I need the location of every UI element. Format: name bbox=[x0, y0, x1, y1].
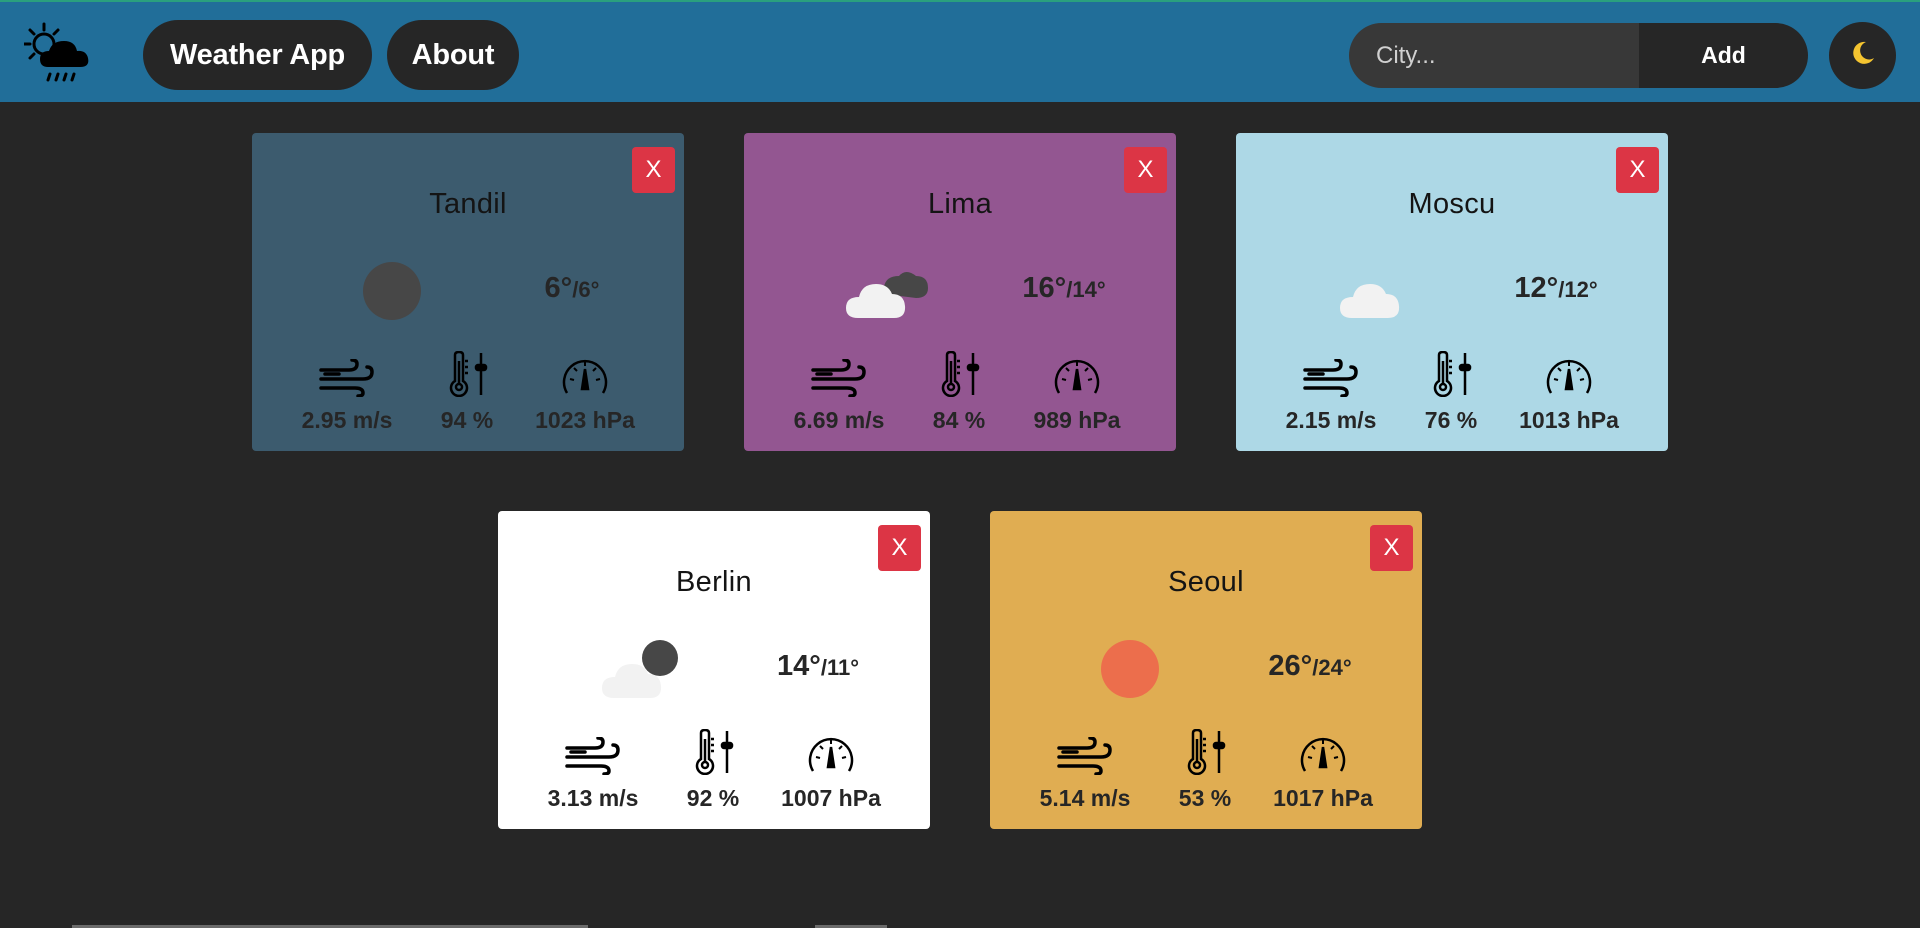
temperature: 14°/11° bbox=[748, 650, 888, 683]
temperature: 12°/12° bbox=[1486, 272, 1626, 305]
add-city-button[interactable]: Add bbox=[1639, 23, 1808, 88]
weather-card: X Tandil 6°/6° 2.95 m/s 94 % 1023 hPa bbox=[252, 133, 684, 451]
pressure: 1023 hPa bbox=[535, 407, 635, 433]
weather-card: X Berlin 14°/11° 3.13 m/s 92 % 1007 hPa bbox=[498, 511, 930, 829]
pressure: 1007 hPa bbox=[781, 785, 881, 811]
temperature: 16°/14° bbox=[994, 272, 1134, 305]
sun-icon bbox=[1090, 634, 1180, 704]
city-search-form: Add bbox=[1349, 23, 1808, 88]
pressure: 1013 hPa bbox=[1519, 407, 1619, 433]
weather-card: X Seoul 26°/24° 5.14 m/s 53 % 1017 hPa bbox=[990, 511, 1422, 829]
top-navbar: Weather App About Add bbox=[0, 0, 1920, 102]
temp-max: 6° bbox=[544, 272, 573, 304]
city-input[interactable] bbox=[1349, 23, 1639, 88]
close-card-button[interactable]: X bbox=[1616, 147, 1659, 193]
temp-min: /24° bbox=[1312, 655, 1352, 680]
pressure-gauge-icon bbox=[510, 349, 660, 397]
close-card-button[interactable]: X bbox=[878, 525, 921, 571]
cloud-icon bbox=[1336, 256, 1426, 326]
nav-about[interactable]: About bbox=[387, 20, 519, 90]
temp-min: /14° bbox=[1066, 277, 1106, 302]
temp-min: /12° bbox=[1558, 277, 1598, 302]
city-name: Tandil bbox=[429, 188, 507, 220]
moon-icon bbox=[352, 256, 442, 326]
close-card-button[interactable]: X bbox=[1370, 525, 1413, 571]
close-card-button[interactable]: X bbox=[1124, 147, 1167, 193]
city-name: Moscu bbox=[1408, 188, 1496, 220]
temp-max: 16° bbox=[1022, 272, 1067, 304]
moon-icon bbox=[1849, 39, 1877, 72]
pressure-gauge-icon bbox=[1248, 727, 1398, 775]
pressure-gauge-icon bbox=[756, 727, 906, 775]
temp-min: /11° bbox=[820, 655, 860, 680]
temp-min: /6° bbox=[572, 277, 600, 302]
temp-max: 14° bbox=[776, 650, 821, 682]
partly-cloudy-night-icon bbox=[598, 634, 688, 704]
nav-weather-app[interactable]: Weather App bbox=[143, 20, 372, 90]
sun-cloud-rain-icon[interactable] bbox=[22, 22, 100, 88]
temperature: 6°/6° bbox=[502, 272, 642, 305]
pressure-gauge-icon bbox=[1494, 349, 1644, 397]
pressure: 989 hPa bbox=[1033, 407, 1121, 433]
cloudy-night-icon bbox=[844, 256, 934, 326]
pressure: 1017 hPa bbox=[1273, 785, 1373, 811]
temp-max: 26° bbox=[1268, 650, 1313, 682]
temperature: 26°/24° bbox=[1240, 650, 1380, 683]
theme-toggle-button[interactable] bbox=[1829, 22, 1896, 89]
weather-card: X Lima 16°/14° 6.69 m/s 84 % 989 hPa bbox=[744, 133, 1176, 451]
city-name: Seoul bbox=[1168, 566, 1244, 598]
temp-max: 12° bbox=[1514, 272, 1559, 304]
city-name: Berlin bbox=[676, 566, 752, 598]
pressure-gauge-icon bbox=[1002, 349, 1152, 397]
close-card-button[interactable]: X bbox=[632, 147, 675, 193]
weather-card: X Moscu 12°/12° 2.15 m/s 76 % 1013 hPa bbox=[1236, 133, 1668, 451]
city-name: Lima bbox=[927, 188, 993, 220]
